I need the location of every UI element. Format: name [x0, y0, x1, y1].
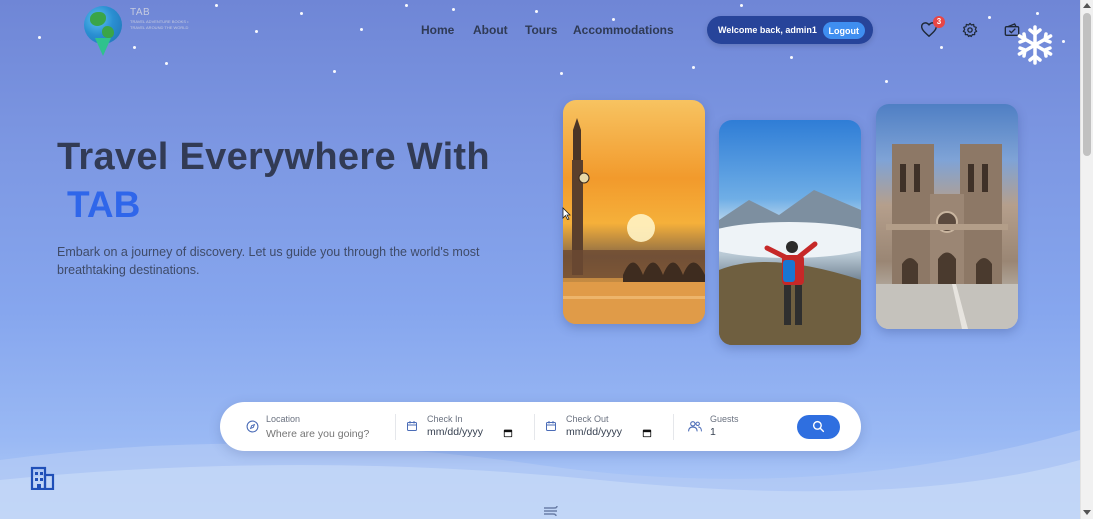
calendar-icon	[546, 421, 556, 431]
wind-icon	[543, 504, 559, 519]
guests-field[interactable]: Guests 1	[688, 402, 778, 451]
location-input[interactable]	[266, 426, 378, 442]
check-in-input[interactable]: mm/dd/yyyy	[427, 426, 483, 442]
nav-tours[interactable]: Tours	[525, 23, 557, 37]
welcome-pill: Welcome back, admin1 Logout	[707, 16, 873, 44]
page-scrollbar[interactable]	[1080, 0, 1093, 519]
mouse-cursor	[562, 207, 571, 225]
divider	[673, 414, 674, 440]
divider	[395, 414, 396, 440]
location-field[interactable]: Location	[244, 402, 394, 451]
check-out-label: Check Out	[566, 414, 609, 424]
search-icon	[812, 420, 825, 433]
favorites-badge: 3	[933, 16, 945, 28]
scroll-thumb[interactable]	[1083, 13, 1091, 156]
hero-accent: TAB	[67, 184, 141, 225]
search-button[interactable]	[797, 415, 840, 439]
nav-home[interactable]: Home	[421, 23, 454, 37]
calendar-icon	[407, 421, 417, 431]
snowflake-icon[interactable]	[1014, 24, 1056, 66]
logout-button[interactable]: Logout	[822, 22, 865, 39]
destination-image-mountain-hiker	[719, 120, 861, 345]
hero-title: Travel Everywhere With	[57, 136, 490, 178]
page: TAB TRAVEL ADVENTURE BOOKS • TRAVEL AROU…	[0, 0, 1080, 519]
welcome-text: Welcome back, admin1	[718, 25, 817, 35]
scroll-up-arrow[interactable]	[1083, 3, 1091, 8]
nav-about[interactable]: About	[473, 23, 508, 37]
users-icon	[688, 421, 702, 432]
map-pin-icon	[95, 38, 111, 56]
guests-input[interactable]: 1	[710, 426, 716, 442]
logo-tagline: TRAVEL ADVENTURE BOOKS • TRAVEL AROUND T…	[130, 19, 189, 30]
divider	[534, 414, 535, 440]
gear-icon[interactable]	[962, 22, 978, 43]
location-label: Location	[266, 414, 301, 424]
logo-brand: TAB	[130, 7, 151, 18]
date-picker-icon[interactable]	[503, 428, 513, 438]
destination-image-big-ben	[563, 100, 705, 324]
destination-image-notre-dame	[876, 104, 1018, 329]
building-icon[interactable]	[30, 466, 55, 495]
scroll-down-arrow[interactable]	[1083, 510, 1091, 515]
search-bar: Location Check In mm/dd/yyyy	[220, 402, 861, 451]
compass-icon	[246, 420, 259, 433]
check-out-field[interactable]: Check Out mm/dd/yyyy	[545, 402, 675, 451]
guests-label: Guests	[710, 414, 739, 424]
check-in-label: Check In	[427, 414, 463, 424]
date-picker-icon[interactable]	[642, 428, 652, 438]
nav-accommodations[interactable]: Accommodations	[573, 23, 674, 37]
hero-description: Embark on a journey of discovery. Let us…	[57, 245, 480, 277]
check-in-field[interactable]: Check In mm/dd/yyyy	[406, 402, 536, 451]
site-logo[interactable]: TAB TRAVEL ADVENTURE BOOKS • TRAVEL AROU…	[84, 4, 194, 58]
check-out-input[interactable]: mm/dd/yyyy	[566, 426, 622, 442]
